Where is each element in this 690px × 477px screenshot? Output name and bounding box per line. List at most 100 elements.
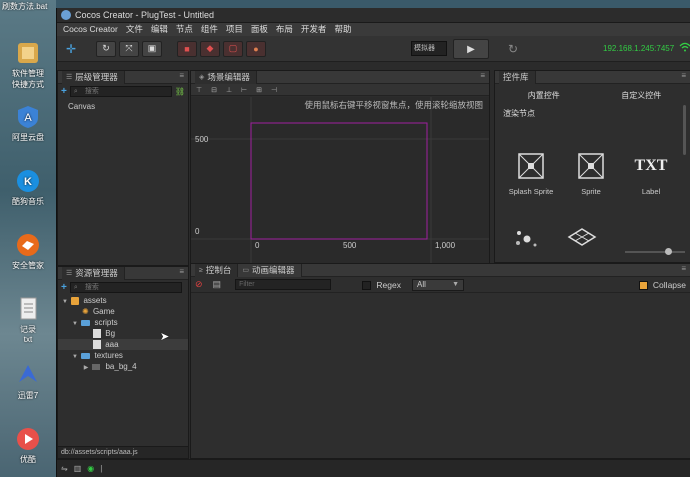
preview-ip-address[interactable]: 192.168.1.245:7457 [603,44,674,53]
tree-node-label: scripts [94,318,118,327]
clear-console-icon[interactable]: ⊘ [195,279,203,290]
scene-canvas[interactable]: 使用鼠标右键平移视窗焦点，使用滚轮缩放视图 500 0 0 500 1,000 [191,97,489,263]
tab-animation-editor[interactable]: ▭ 动画编辑器 [238,263,302,277]
align-middle-icon[interactable]: ⊟ [209,86,219,94]
splash-sprite-icon [516,151,546,181]
desktop-icon-label: 迅雷7 [17,391,39,400]
tab-assets[interactable]: ☰ 资源管理器 [62,266,125,280]
menu-item-panel[interactable]: 面板 [247,23,272,36]
eye-icon[interactable]: ◉ [87,464,94,473]
tree-node-label: textures [94,351,123,360]
svg-text:K: K [24,176,32,188]
menu-item-help[interactable]: 帮助 [330,23,355,36]
desktop-file-label[interactable]: 刷数方法.bat [0,0,56,16]
collapse-toggle[interactable]: Collapse [638,280,686,291]
desktop-icon-kugou[interactable]: K 酷狗音乐 [0,168,56,207]
collapse-checkbox[interactable] [638,281,648,291]
tree-node-scripts[interactable]: ▼ scripts [58,317,188,328]
panel-menu-icon[interactable]: ≡ [681,71,686,80]
rotate-tool-icon[interactable]: ↻ [96,40,116,57]
log-level-select[interactable]: All ▼ [412,279,464,291]
gizmo-center-icon[interactable]: ● [246,40,266,57]
tree-node-assets[interactable]: ▼ assets [58,295,188,306]
align-right-icon[interactable]: ⊣ [269,86,279,94]
align-bottom-icon[interactable]: ⊥ [224,86,234,94]
zoom-slider-handle[interactable] [665,248,672,255]
tab-library[interactable]: 控件库 [499,70,536,84]
library-header: 控件库 ≡ [495,70,690,84]
status-bar: ⇋ ▥ ◉ | [57,459,690,477]
search-icon: ⌕ [73,284,78,291]
tab-custom-controls[interactable]: 自定义控件 [593,90,690,101]
open-log-icon[interactable]: ▤ [213,279,222,290]
gizmo-pivot-icon[interactable]: ◆ [200,40,220,57]
console-panel: ≥ 控制台 ▭ 动画编辑器 ≡ ⊘ ▤ Filter Regex All ▼ C… [190,263,690,459]
status-divider: | [100,464,103,473]
add-node-icon[interactable]: + [61,86,67,97]
desktop-icon-security[interactable]: 安全管家 [0,232,56,271]
database-icon[interactable]: ▥ [74,464,82,473]
menu-item-edit[interactable]: 编辑 [147,23,172,36]
menu-item-file[interactable]: 文件 [122,23,147,36]
tree-node-textures[interactable]: ▼ textures [58,350,188,361]
move-tool-icon[interactable]: ✛ [61,41,81,57]
assets-search-input[interactable]: ⌕ 搜索 [69,282,182,293]
desktop-icon-label: 记录 [20,325,36,334]
sync-icon[interactable]: ⇋ [61,464,68,473]
align-top-icon[interactable]: ⊤ [194,86,204,94]
regex-checkbox[interactable] [362,281,371,291]
gizmo-local-icon[interactable]: ■ [177,40,197,57]
scene-panel: ◈ 场景编辑器 ≡ ⊤ ⊟ ⊥ ⊢ ⊞ ⊣ 使用鼠标右键平移视窗焦点，使用滚轮缩… [190,70,490,263]
assets-toolbar: + ⌕ 搜索 [58,280,188,295]
add-asset-icon[interactable]: + [61,282,67,293]
menu-item-component[interactable]: 组件 [197,23,222,36]
tree-node-game[interactable]: ✺ Game [58,306,188,317]
menu-item-developer[interactable]: 开发者 [297,23,331,36]
script-file-icon [93,329,101,339]
particle-icon[interactable] [513,227,543,253]
tab-console[interactable]: ≥ 控制台 [195,263,239,277]
library-scrollbar[interactable] [683,105,686,155]
desktop-icon-sublabel: 快捷方式 [12,80,44,89]
tree-node-canvas[interactable]: Canvas [58,101,188,112]
library-item-sprite[interactable]: Sprite [561,151,621,196]
desktop-icon-play-app[interactable]: 优酷 [0,426,56,465]
tab-builtin-controls[interactable]: 内置控件 [495,90,593,101]
platform-select[interactable]: 模拟器 [411,41,447,56]
align-left-icon[interactable]: ⊢ [239,86,249,94]
menu-item-project[interactable]: 项目 [222,23,247,36]
play-button[interactable]: ▶ [453,39,489,59]
scale-tool-icon[interactable]: ⤧ [119,40,139,57]
tab-scene[interactable]: ◈ 场景编辑器 [195,70,257,84]
tree-node-ba-bg[interactable]: ▶ ba_bg_4 [58,361,188,372]
library-item-splash-sprite[interactable]: Splash Sprite [501,151,561,196]
menu-item-cocos-creator[interactable]: Cocos Creator [59,23,122,36]
desktop-icon-text-file[interactable]: 记录 txt [0,296,56,344]
software-manager-icon [15,40,41,66]
align-center-icon[interactable]: ⊞ [254,86,264,94]
hierarchy-search-input[interactable]: ⌕ 搜索 [69,86,172,97]
desktop-icon-a-shield[interactable]: A 阿里云盘 [0,104,56,143]
zoom-slider[interactable] [625,248,685,255]
gizmo-global-icon[interactable]: ▢ [223,40,243,57]
desktop-icon-thunder[interactable]: 迅雷7 [0,362,56,401]
refresh-icon[interactable]: ↻ [503,40,523,58]
menu-item-node[interactable]: 节点 [172,23,197,36]
panel-menu-icon[interactable]: ≡ [480,71,485,80]
menu-item-layout[interactable]: 布局 [272,23,297,36]
panel-menu-icon[interactable]: ≡ [179,267,184,276]
library-panel: 控件库 ≡ 内置控件 自定义控件 渲染节点 Splash Sprite Spri… [494,70,690,263]
collapse-arrow-icon[interactable]: ▶ [82,363,90,374]
hierarchy-header: ☰ 层级管理器 ≡ [58,70,188,84]
txt-glyph: TXT [634,157,668,174]
rect-tool-icon[interactable]: ▣ [142,40,162,57]
desktop-icon-software-manager[interactable]: 软件管理 快捷方式 [0,40,56,90]
library-item-label[interactable]: TXT Label [621,151,681,196]
panel-menu-icon[interactable]: ≡ [681,264,686,273]
panel-menu-icon[interactable]: ≡ [179,71,184,80]
tab-hierarchy[interactable]: ☰ 层级管理器 [62,70,125,84]
tiledmap-icon[interactable] [567,227,597,253]
link-icon[interactable]: ⛓ [175,87,185,96]
console-filter-input[interactable]: Filter [235,279,332,290]
regex-toggle[interactable]: Regex [362,280,401,291]
